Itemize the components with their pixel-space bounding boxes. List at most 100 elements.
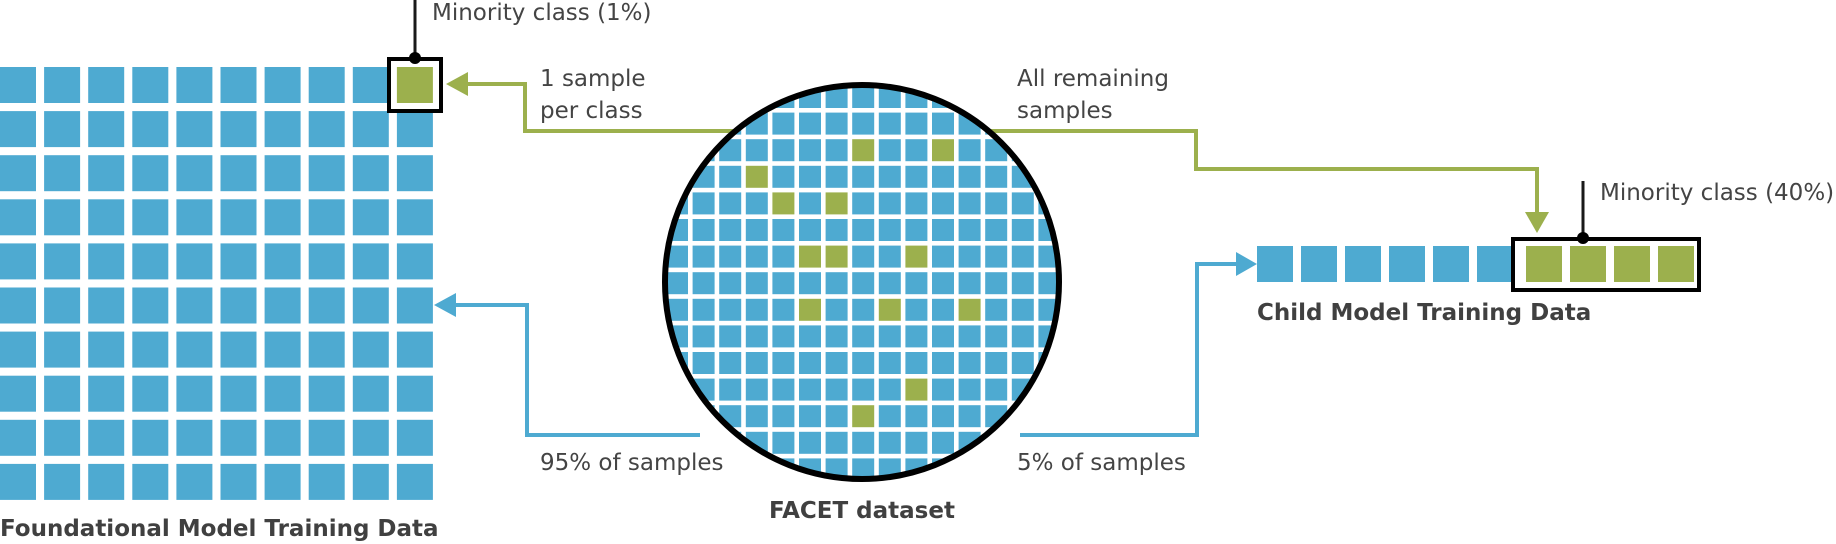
facet-majority-cell (825, 352, 848, 374)
facet-majority-cell (772, 431, 795, 454)
foundational-majority-cell (220, 287, 257, 324)
facet-majority-cell (772, 112, 795, 135)
foundational-majority-cell (396, 287, 433, 324)
foundational-majority-cell (308, 199, 345, 236)
foundational-majority-cell (308, 375, 345, 412)
facet-majority-cell (985, 378, 1008, 401)
foundational-majority-cell (44, 463, 81, 500)
facet-majority-cell (958, 245, 981, 268)
facet-majority-cell (799, 165, 821, 188)
facet-majority-cell (825, 325, 848, 348)
foundational-majority-cell (0, 155, 36, 192)
foundational-data-grid (0, 67, 433, 500)
foundational-majority-cell (44, 67, 81, 103)
facet-majority-cell (692, 325, 715, 348)
facet-majority-cell (772, 298, 795, 321)
facet-majority-cell (799, 219, 821, 241)
foundational-majority-cell (0, 287, 36, 324)
foundational-majority-cell (220, 199, 257, 236)
facet-majority-cell (772, 139, 795, 162)
facet-majority-cell (719, 272, 742, 295)
foundational-majority-cell (0, 67, 36, 103)
facet-majority-cell (878, 165, 901, 188)
facet-majority-cell (932, 245, 954, 268)
child-title: Child Model Training Data (1257, 300, 1591, 326)
foundational-majority-cell (176, 287, 213, 324)
facet-majority-cell (1038, 378, 1058, 401)
flow-label-95-percent: 95% of samples (540, 450, 724, 476)
facet-majority-cell (772, 405, 795, 428)
foundational-majority-cell (132, 375, 169, 412)
facet-majority-cell (745, 378, 768, 401)
foundational-majority-cell (132, 331, 169, 368)
foundational-majority-cell (396, 419, 433, 456)
child-majority-cell (1389, 246, 1425, 282)
foundational-majority-cell (132, 287, 169, 324)
facet-majority-cell (852, 245, 875, 268)
foundational-majority-cell (0, 375, 36, 412)
facet-majority-cell (958, 165, 981, 188)
facet-majority-cell (852, 192, 875, 215)
facet-majority-cell (772, 378, 795, 401)
foundational-majority-cell (352, 155, 389, 192)
facet-majority-cell (852, 431, 875, 454)
facet-majority-cell (985, 352, 1008, 374)
foundational-majority-cell (176, 243, 213, 280)
foundational-majority-cell (44, 155, 81, 192)
facet-minority-cell (932, 139, 954, 162)
child-minority-cell (1570, 246, 1606, 282)
foundational-majority-cell (0, 463, 36, 500)
facet-majority-cell (985, 245, 1008, 268)
foundational-majority-cell (396, 155, 433, 192)
callout-dot (1577, 232, 1589, 244)
facet-majority-cell (958, 139, 981, 162)
foundational-majority-cell (176, 419, 213, 456)
facet-minority-cell (905, 245, 928, 268)
facet-minority-cell (799, 298, 821, 321)
facet-majority-cell (772, 219, 795, 241)
foundational-majority-cell (44, 375, 81, 412)
facet-majority-cell (666, 86, 688, 108)
flow-label-per-class: per class (540, 98, 643, 124)
callout-dot (409, 52, 421, 64)
facet-majority-cell (1038, 165, 1058, 188)
foundational-majority-cell (396, 375, 433, 412)
foundational-majority-cell (220, 155, 257, 192)
facet-majority-cell (985, 219, 1008, 241)
facet-majority-cell (985, 458, 1008, 478)
facet-majority-cell (772, 352, 795, 374)
foundational-majority-cell (88, 67, 125, 103)
facet-majority-cell (852, 272, 875, 295)
facet-minority-cell (825, 192, 848, 215)
facet-majority-cell (692, 245, 715, 268)
facet-majority-cell (719, 245, 742, 268)
facet-minority-cell (825, 245, 848, 268)
facet-majority-cell (852, 378, 875, 401)
foundational-majority-cell (308, 67, 345, 103)
foundational-majority-cell (396, 463, 433, 500)
foundational-majority-cell (396, 111, 433, 148)
facet-majority-cell (985, 192, 1008, 215)
facet-majority-cell (905, 431, 928, 454)
foundational-majority-cell (264, 199, 301, 236)
foundational-majority-cell (352, 199, 389, 236)
facet-majority-cell (958, 458, 981, 478)
facet-majority-cell (878, 378, 901, 401)
foundational-minority-label: Minority class (1%) (432, 0, 652, 26)
foundational-majority-cell (220, 463, 257, 500)
facet-majority-cell (878, 431, 901, 454)
facet-majority-cell (692, 272, 715, 295)
foundational-majority-cell (0, 331, 36, 368)
foundational-majority-cell (132, 463, 169, 500)
facet-majority-cell (905, 165, 928, 188)
facet-majority-cell (799, 272, 821, 295)
facet-majority-cell (932, 165, 954, 188)
facet-majority-cell (745, 139, 768, 162)
foundational-majority-cell (220, 111, 257, 148)
facet-minority-cell (799, 245, 821, 268)
foundational-majority-cell (44, 419, 81, 456)
facet-majority-cell (825, 139, 848, 162)
child-majority-cell (1301, 246, 1337, 282)
facet-majority-cell (905, 298, 928, 321)
facet-majority-cell (799, 378, 821, 401)
